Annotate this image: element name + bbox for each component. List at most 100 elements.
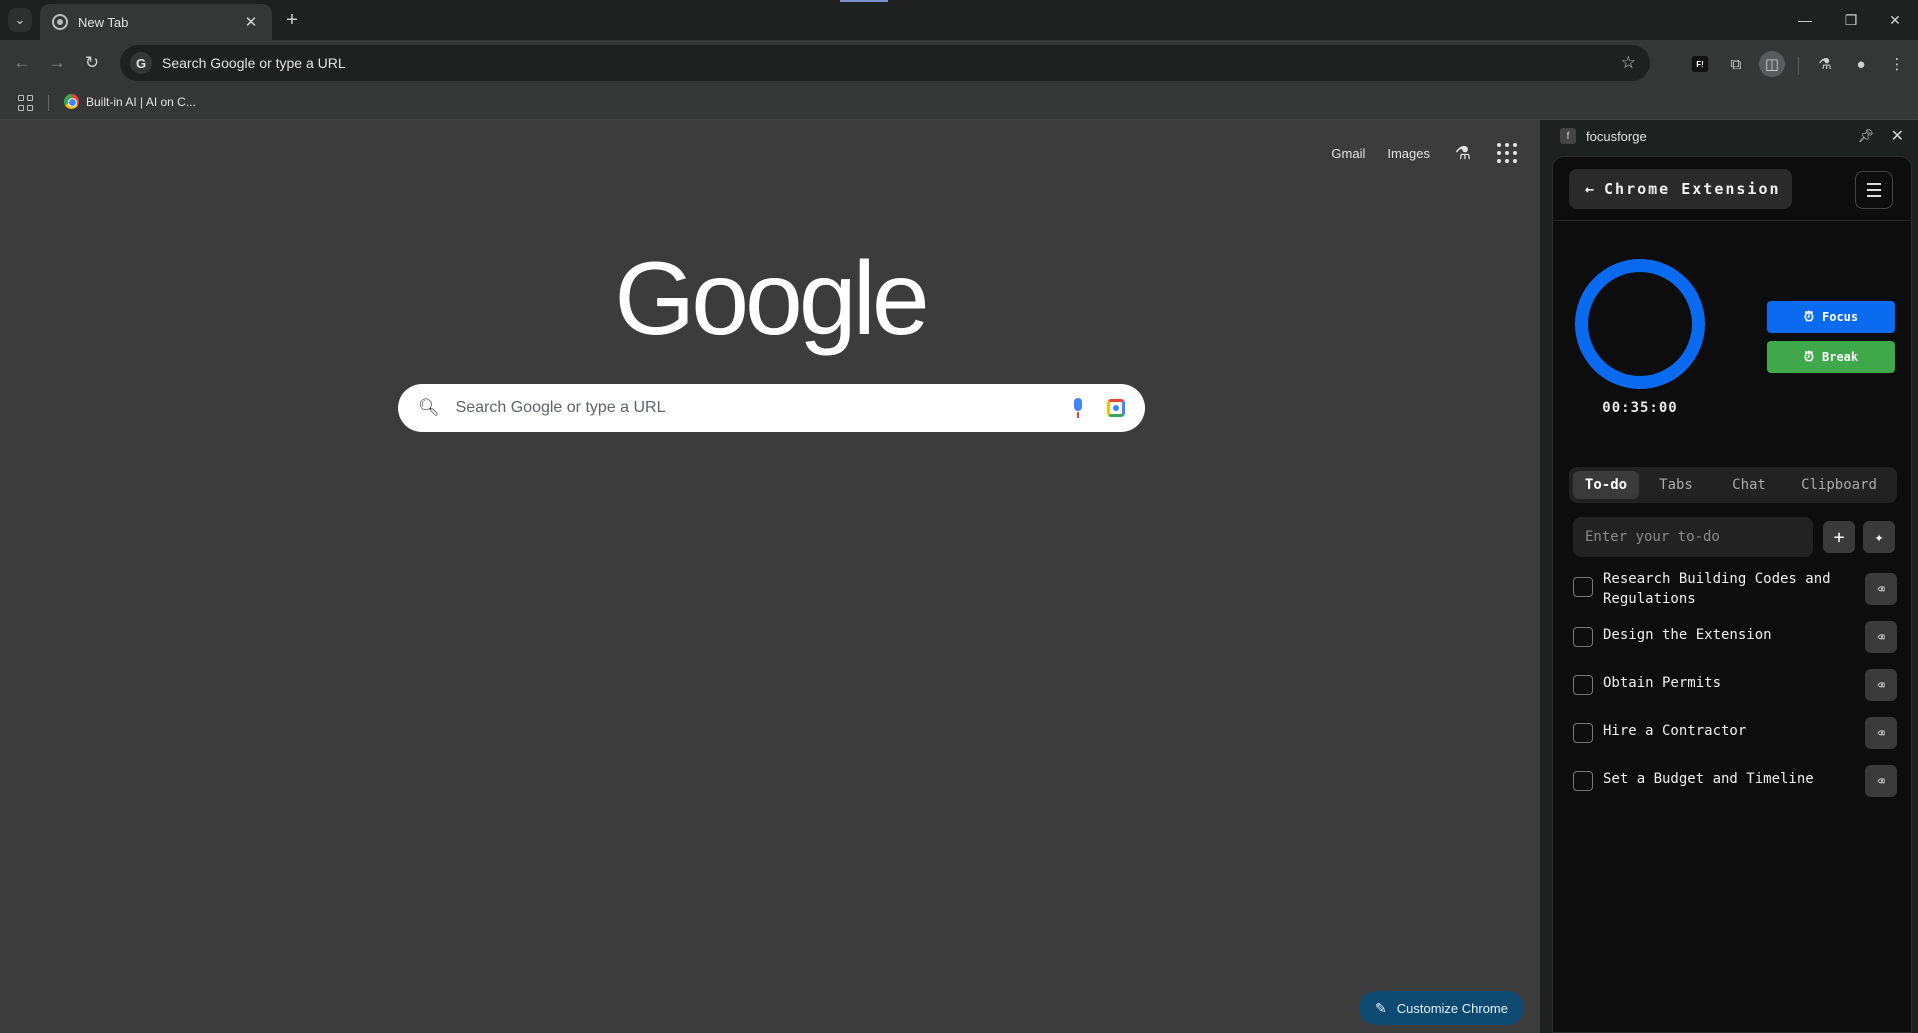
todo-label: Design the Extension [1603,627,1772,643]
backspace-icon: ⌫ [1877,678,1885,692]
google-g-icon: G [130,52,152,74]
arrow-right-icon: → [48,53,66,72]
tab-title: New Tab [78,14,129,30]
close-side-panel-icon[interactable]: ✕ [1891,126,1904,146]
google-lens-icon[interactable] [1107,399,1125,417]
todo-checkbox[interactable] [1573,627,1593,647]
labs-button[interactable]: ⚗ [1812,51,1838,77]
ntp-top-links: Gmail Images ⚗ [1331,142,1518,164]
break-label: Break [1822,350,1859,364]
reload-icon: ↻ [84,53,100,72]
arrow-left-icon: ← [1585,180,1595,198]
images-link[interactable]: Images [1387,146,1430,161]
todo-label: Hire a Contractor [1603,723,1747,739]
restore-button[interactable]: ❐ [1828,6,1874,34]
extensions-button[interactable]: ⧉ [1723,51,1749,77]
customize-chrome-button[interactable]: ✎ Customize Chrome [1359,991,1524,1025]
microphone-icon[interactable] [1071,398,1085,418]
extension-letter-icon: f [1560,128,1576,144]
customize-label: Customize Chrome [1396,1000,1508,1016]
profile-button[interactable]: ● [1848,51,1874,77]
tab-chat[interactable]: Chat [1713,471,1785,499]
panel-tabs: To-do Tabs Chat Clipboard [1569,467,1897,503]
todo-checkbox[interactable] [1573,577,1593,597]
back-button[interactable]: ← Chrome Extension [1569,169,1792,209]
backspace-icon: ⌫ [1877,774,1885,788]
focus-button[interactable]: ⏰︎ Focus [1767,301,1895,333]
magic-wand-icon: ✦ [1874,528,1884,546]
labs-flask-icon[interactable]: ⚗ [1452,142,1474,164]
chrome-favicon-icon [52,14,68,30]
bookmark-label: Built-in AI | AI on C... [86,94,196,109]
delete-todo-button[interactable]: ⌫ [1865,717,1897,749]
minimize-button[interactable]: — [1782,6,1828,34]
focus-label: Focus [1822,310,1859,324]
toolbar-divider [1798,57,1799,75]
bookmark-built-in-ai[interactable]: Built-in AI | AI on C... [64,94,196,109]
todo-checkbox[interactable] [1573,675,1593,695]
plus-icon: + [286,8,298,31]
ntp-search-box[interactable]: 🔍︎ Search Google or type a URL [398,384,1145,432]
todo-item: Set a Budget and Timeline ⌫ [1573,763,1897,811]
gmail-link[interactable]: Gmail [1331,146,1365,161]
chrome-menu-button[interactable]: ⋮ [1884,51,1910,77]
timer-display: 00:35:00 [1602,400,1678,416]
magic-wand-button[interactable]: ✦ [1863,521,1895,553]
close-tab-icon[interactable]: ✕ [242,13,260,31]
tab-search-button[interactable]: ⌄ [8,8,32,32]
back-button[interactable]: ← [10,51,34,75]
todo-checkbox[interactable] [1573,771,1593,791]
search-placeholder: Search Google or type a URL [455,399,666,416]
side-panel-button[interactable]: ◫ [1759,51,1785,77]
apps-grid-icon[interactable] [18,95,34,111]
hamburger-menu-button[interactable] [1855,171,1893,209]
bookmark-star-icon[interactable]: ☆ [1621,53,1636,73]
bookmarks-bar: Built-in AI | AI on C... [0,86,1918,120]
forward-button[interactable]: → [45,51,69,75]
close-window-button[interactable]: ✕ [1872,6,1918,34]
tab-clipboard[interactable]: Clipboard [1785,471,1893,499]
toolbar: ← → ↻ G Search Google or type a URL ☆ F!… [0,40,1918,86]
panel-header: ← Chrome Extension [1553,157,1911,221]
omnibox[interactable]: G Search Google or type a URL ☆ [120,45,1650,81]
todo-input[interactable]: Enter your to-do [1573,517,1813,557]
alarm-clock-icon: ⏰︎ [1803,349,1814,365]
backspace-icon: ⌫ [1877,630,1885,644]
tab-tabs[interactable]: Tabs [1639,471,1713,499]
panel-title: Chrome Extension [1604,180,1781,198]
todo-item: Research Building Codes and Regulations … [1573,569,1897,619]
bookmarks-divider [48,95,49,111]
todo-checkbox[interactable] [1573,723,1593,743]
focusforge-panel: ← Chrome Extension 00:35:00 ⏰︎ Focus ⏰︎ … [1552,156,1912,1033]
side-panel-icon: ◫ [1764,56,1780,73]
side-panel-header: f focusforge 📌︎ ✕ [1540,120,1918,152]
delete-todo-button[interactable]: ⌫ [1865,669,1897,701]
plus-icon: + [1833,526,1845,548]
chevron-down-icon: ⌄ [14,12,26,27]
pin-icon[interactable]: 📌︎ [1857,128,1874,144]
timer-ring [1575,259,1705,389]
add-todo-button[interactable]: + [1823,521,1855,553]
todo-label: Research Building Codes and Regulations [1603,571,1831,607]
delete-todo-button[interactable]: ⌫ [1865,621,1897,653]
todo-item: Hire a Contractor ⌫ [1573,715,1897,763]
alarm-clock-icon: ⏰︎ [1803,309,1814,325]
extension-focusforge-button[interactable]: F! [1687,51,1713,77]
pencil-icon: ✎ [1375,999,1387,1016]
todo-label: Obtain Permits [1603,675,1722,691]
new-tab-page: Gmail Images ⚗ Google 🔍︎ Search Google o… [0,120,1540,1033]
tab-todo[interactable]: To-do [1573,471,1639,499]
delete-todo-button[interactable]: ⌫ [1865,573,1897,605]
reload-button[interactable]: ↻ [80,51,104,75]
close-icon: ✕ [1889,11,1901,28]
break-button[interactable]: ⏰︎ Break [1767,341,1895,373]
browser-window: ⌄ New Tab ✕ + — ❐ ✕ ← → ↻ G Search Googl… [0,0,1918,1033]
restore-icon: ❐ [1844,11,1858,28]
chrome-logo-icon [64,94,79,109]
minimize-icon: — [1798,12,1812,28]
delete-todo-button[interactable]: ⌫ [1865,765,1897,797]
google-apps-icon[interactable] [1496,142,1518,164]
flask-icon: ⚗ [1818,56,1832,73]
new-tab-button[interactable]: + [280,8,304,32]
tab-new-tab[interactable]: New Tab ✕ [40,4,272,40]
